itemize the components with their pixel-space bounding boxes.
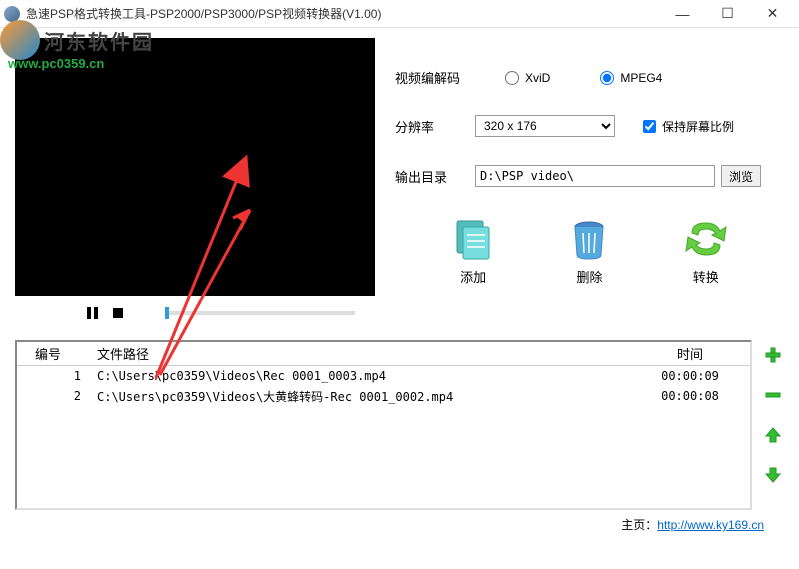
resolution-label: 分辨率 bbox=[395, 117, 475, 136]
maximize-button[interactable]: ☐ bbox=[705, 0, 750, 28]
list-remove-button[interactable] bbox=[762, 384, 784, 406]
codec-radio-xvid[interactable]: XviD bbox=[505, 71, 550, 85]
close-button[interactable]: ✕ bbox=[750, 0, 795, 28]
codec-label: 视频编解码 bbox=[395, 68, 475, 87]
convert-button[interactable]: 转换 bbox=[682, 215, 730, 286]
video-preview[interactable] bbox=[15, 38, 375, 296]
list-down-button[interactable] bbox=[762, 464, 784, 486]
stop-button[interactable] bbox=[111, 306, 125, 320]
slider-thumb[interactable] bbox=[165, 307, 169, 319]
footer: 主页：http://www.ky169.cn bbox=[15, 510, 784, 539]
add-button[interactable]: 添加 bbox=[449, 215, 497, 286]
list-add-button[interactable] bbox=[762, 344, 784, 366]
pause-button[interactable] bbox=[85, 306, 99, 320]
radio-mpeg4-input[interactable] bbox=[600, 71, 614, 85]
list-row[interactable]: 1 C:\Users\pc0359\Videos\Rec 0001_0003.m… bbox=[17, 366, 750, 386]
delete-button[interactable]: 删除 bbox=[565, 215, 613, 286]
keep-ratio-input[interactable] bbox=[643, 120, 656, 133]
plus-icon bbox=[764, 346, 782, 364]
homepage-link[interactable]: http://www.ky169.cn bbox=[657, 518, 764, 532]
delete-icon bbox=[565, 215, 613, 263]
list-up-button[interactable] bbox=[762, 424, 784, 446]
minimize-button[interactable]: — bbox=[660, 0, 705, 28]
minus-icon bbox=[764, 386, 782, 404]
output-label: 输出目录 bbox=[395, 167, 475, 186]
list-header: 编号 文件路径 时间 bbox=[17, 342, 750, 366]
stop-icon bbox=[113, 308, 123, 318]
arrow-up-icon bbox=[764, 426, 782, 444]
keep-ratio-checkbox[interactable]: 保持屏幕比例 bbox=[643, 118, 734, 135]
output-path-input[interactable] bbox=[475, 165, 715, 187]
titlebar: 急速PSP格式转换工具-PSP2000/PSP3000/PSP视频转换器(V1.… bbox=[0, 0, 799, 28]
header-num: 编号 bbox=[17, 344, 97, 363]
convert-icon bbox=[682, 215, 730, 263]
codec-radio-mpeg4[interactable]: MPEG4 bbox=[600, 71, 662, 85]
add-icon bbox=[449, 215, 497, 263]
radio-xvid-input[interactable] bbox=[505, 71, 519, 85]
resolution-select[interactable]: 320 x 176 bbox=[475, 115, 615, 137]
pause-icon bbox=[87, 307, 98, 319]
arrow-down-icon bbox=[764, 466, 782, 484]
list-row[interactable]: 2 C:\Users\pc0359\Videos\大黄蜂转码-Rec 0001_… bbox=[17, 386, 750, 406]
header-time: 时间 bbox=[630, 344, 750, 363]
browse-button[interactable]: 浏览 bbox=[721, 165, 761, 187]
progress-slider[interactable] bbox=[165, 311, 355, 315]
file-list[interactable]: 编号 文件路径 时间 1 C:\Users\pc0359\Videos\Rec … bbox=[15, 340, 752, 510]
app-icon bbox=[4, 6, 20, 22]
header-path: 文件路径 bbox=[97, 344, 630, 363]
window-title: 急速PSP格式转换工具-PSP2000/PSP3000/PSP视频转换器(V1.… bbox=[26, 5, 660, 22]
